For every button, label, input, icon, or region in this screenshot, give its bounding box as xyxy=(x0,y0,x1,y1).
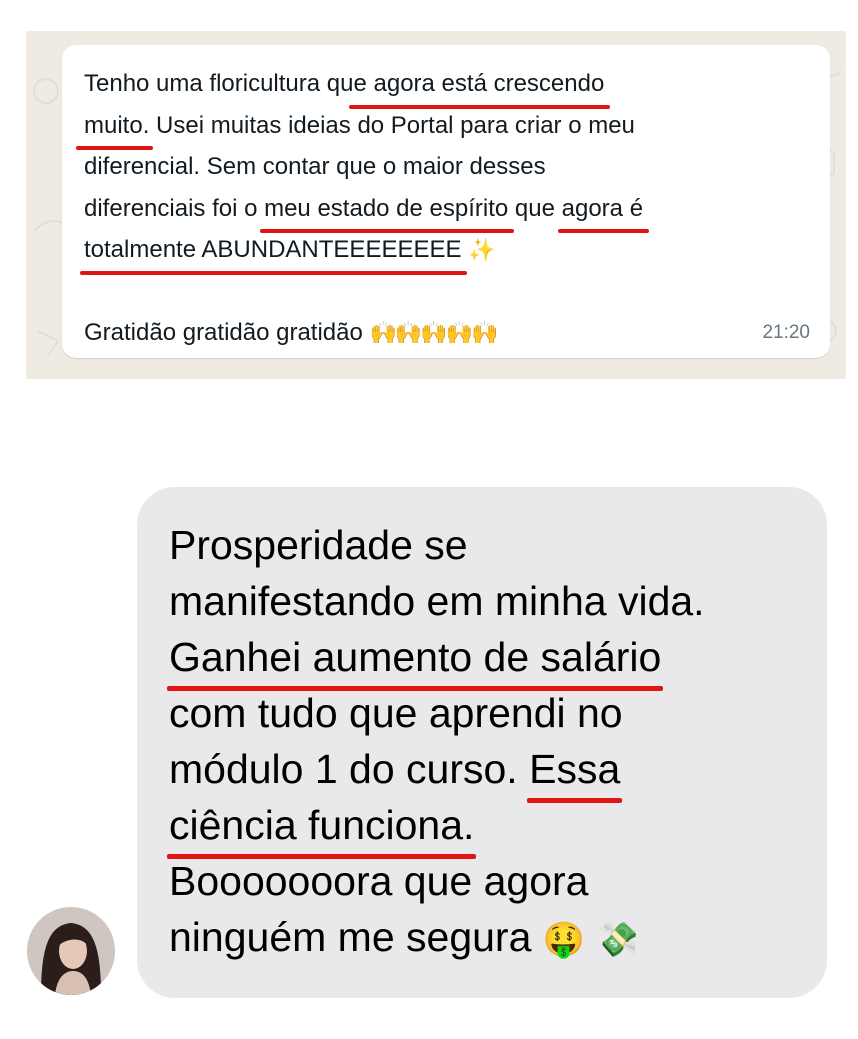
message-line: manifestando em minha vida. xyxy=(169,578,705,624)
message-line: ciência funciona. xyxy=(166,797,705,859)
message-line: Tenho uma floricultura que agora está cr… xyxy=(84,63,804,108)
whatsapp-message-bubble: Tenho uma floricultura que agora está cr… xyxy=(62,45,830,358)
money-mouth-face-icon: 🤑 xyxy=(542,921,586,960)
underline-highlight: meu estado de espírito xyxy=(260,188,515,233)
underline-highlight: ciência funciona. xyxy=(166,797,477,859)
underline-highlight: Ganhei aumento de salário xyxy=(166,629,664,691)
message-line: com tudo que aprendi no xyxy=(169,690,623,736)
message-line: Booooooora que agora xyxy=(169,858,589,904)
message-line: Prosperidade se xyxy=(169,522,468,568)
message-line: muito. Usei muitas ideias do Portal para… xyxy=(75,105,804,150)
message-line: Gratidão gratidão gratidão 🙌🙌🙌🙌🙌 xyxy=(84,319,499,346)
underline-highlight: muito. xyxy=(75,105,154,150)
message-line: diferenciais foi o meu estado de espírit… xyxy=(84,188,804,233)
avatar xyxy=(27,907,115,995)
message-line: diferencial. Sem contar que o maior dess… xyxy=(84,153,546,180)
message-line-blank xyxy=(84,271,804,313)
avatar-photo xyxy=(27,907,115,995)
message-line: ninguém me segura 🤑 💸 xyxy=(169,909,705,965)
whatsapp-message-text: Tenho uma floricultura que agora está cr… xyxy=(75,63,804,354)
raising-hands-icon: 🙌🙌🙌🙌🙌 xyxy=(369,320,499,345)
message-timestamp: 21:20 xyxy=(762,322,810,343)
underline-highlight: Essa xyxy=(527,741,623,803)
imessage-bubble: Prosperidade se manifestando em minha vi… xyxy=(137,487,827,998)
message-line: Ganhei aumento de salário xyxy=(166,629,705,691)
message-line: módulo 1 do curso. Essa xyxy=(169,741,705,803)
imessage-text: Prosperidade se manifestando em minha vi… xyxy=(166,517,705,965)
underline-highlight: e agora está crescendo xyxy=(349,63,611,108)
money-with-wings-icon: 💸 xyxy=(596,921,639,960)
message-line: totalmente ABUNDANTEEEEEEEE ✨ xyxy=(79,229,804,274)
underline-highlight: totalmente ABUNDANTEEEEEEEE xyxy=(79,229,468,274)
underline-highlight: agora é xyxy=(557,188,650,233)
sparkles-icon: ✨ xyxy=(468,237,496,262)
whatsapp-screenshot: Tenho uma floricultura que agora está cr… xyxy=(26,31,846,379)
